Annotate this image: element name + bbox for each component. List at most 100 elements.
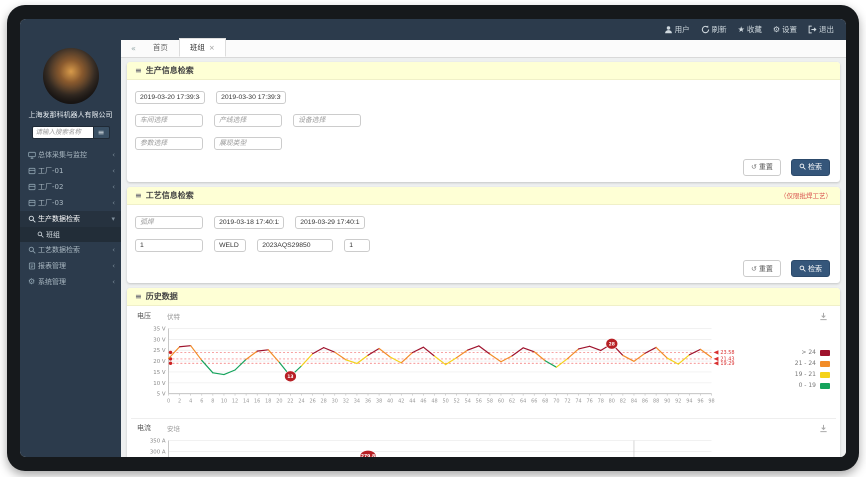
- panel-title: 工艺信息检索: [145, 190, 194, 200]
- factory-icon: [28, 167, 38, 175]
- sidebar-item-production-data-search[interactable]: 生产数据检索 ▾: [20, 211, 121, 227]
- sidebar-item-factory-02[interactable]: 工厂-02 ‹: [20, 179, 121, 195]
- chevron-left-icon: ‹: [112, 151, 115, 159]
- sidebar-item-report-management[interactable]: 报表管理 ‹: [20, 258, 121, 274]
- tab-team[interactable]: 班组 ×: [178, 38, 226, 57]
- reset-button[interactable]: ↺ 重置: [743, 158, 781, 176]
- line-number-input[interactable]: [135, 238, 203, 252]
- svg-text:58: 58: [487, 399, 493, 405]
- sidebar-item-factory-03[interactable]: 工厂-03 ‹: [20, 195, 121, 211]
- workshop-select[interactable]: [135, 114, 203, 127]
- svg-text:279.8: 279.8: [361, 454, 375, 457]
- svg-text:30 V: 30 V: [153, 337, 166, 343]
- svg-text:10: 10: [221, 399, 227, 405]
- svg-text:2: 2: [178, 399, 181, 405]
- search-icon: [799, 265, 806, 272]
- legend-item[interactable]: 21 - 24: [795, 360, 830, 367]
- svg-text:4: 4: [189, 399, 192, 405]
- svg-text:6: 6: [200, 399, 203, 405]
- sidebar-item-label: 工厂-03: [38, 199, 64, 207]
- legend-item[interactable]: 19 - 21: [795, 371, 830, 378]
- line-select[interactable]: [214, 114, 283, 127]
- svg-text:36: 36: [365, 399, 371, 405]
- favorite-button[interactable]: ★ 收藏: [738, 24, 762, 35]
- reset-button[interactable]: ↺ 重置: [743, 260, 781, 277]
- weld-type-select[interactable]: [135, 215, 203, 229]
- display-type-select[interactable]: [214, 137, 283, 150]
- svg-text:38: 38: [376, 399, 382, 405]
- tab-home[interactable]: 首页: [142, 38, 179, 57]
- legend-label: > 24: [801, 349, 816, 356]
- voltage-chart-legend: > 24 21 - 24 19 - 21 0 - 19: [761, 322, 834, 416]
- user-menu-button[interactable]: 用户: [664, 24, 690, 35]
- parameter-select[interactable]: [135, 137, 203, 150]
- search-button[interactable]: 检索: [791, 158, 830, 176]
- data-badge[interactable]: 28: [605, 338, 619, 350]
- sidebar: 上海发那科机器人有限公司 ≡ 总体采集与监控 ‹ 工厂-01 ‹ 工: [20, 40, 121, 457]
- sidebar-subitem-team[interactable]: 班组: [20, 227, 121, 242]
- download-icon[interactable]: [819, 312, 828, 321]
- avatar[interactable]: [42, 48, 99, 104]
- date-to-input[interactable]: [216, 91, 287, 104]
- unit-select[interactable]: 安培: [167, 423, 180, 433]
- date-from-input[interactable]: [135, 91, 205, 104]
- app-window: 用户 刷新 ★ 收藏 ⚙ 设置 退出 上海发那科机器人有限公司 ≡: [20, 19, 846, 457]
- sidebar-item-label: 生产数据检索: [38, 215, 80, 223]
- refresh-label: 刷新: [711, 25, 727, 34]
- svg-text:300 A: 300 A: [150, 449, 166, 455]
- device-select[interactable]: [293, 114, 362, 127]
- star-icon: ★: [737, 25, 745, 34]
- sidebar-item-system-management[interactable]: ⚙ 系统管理 ‹: [20, 274, 121, 290]
- process-date-to-input[interactable]: [295, 215, 366, 229]
- svg-text:0: 0: [167, 399, 170, 405]
- svg-text:12: 12: [232, 399, 238, 405]
- legend-item[interactable]: 0 - 19: [799, 382, 830, 389]
- svg-text:20: 20: [276, 399, 282, 405]
- legend-item[interactable]: > 24: [801, 349, 830, 356]
- legend-swatch: [820, 371, 830, 378]
- svg-text:15 V: 15 V: [153, 370, 166, 376]
- svg-text:13: 13: [287, 374, 293, 380]
- svg-text:16: 16: [254, 399, 260, 405]
- current-line-chart[interactable]: 350 A300 A250 A200 A150 A100 A50 A024681…: [133, 434, 761, 457]
- sidebar-item-factory-01[interactable]: 工厂-01 ‹: [20, 163, 121, 179]
- svg-text:28: 28: [321, 399, 327, 405]
- monitor-icon: [28, 151, 38, 159]
- close-icon[interactable]: ×: [209, 44, 215, 52]
- sequence-input[interactable]: [344, 238, 371, 252]
- user-icon: [664, 26, 672, 34]
- main-area: « 首页 班组 × ≡ 生产信息检索 2019-03-20 17:39:34 2…: [121, 38, 846, 457]
- user-menu-label: 用户: [674, 25, 690, 34]
- svg-text:84: 84: [631, 399, 637, 405]
- refresh-button[interactable]: 刷新: [701, 24, 727, 35]
- process-date-from-input[interactable]: [214, 215, 285, 229]
- svg-text:32: 32: [343, 399, 349, 405]
- unit-select[interactable]: 伏特: [167, 311, 180, 321]
- sidebar-item-process-data-search[interactable]: 工艺数据检索 ‹: [20, 242, 121, 258]
- logout-button[interactable]: 退出: [808, 24, 834, 35]
- svg-text:90: 90: [664, 399, 670, 405]
- svg-text:8: 8: [211, 399, 214, 405]
- data-badge[interactable]: 13: [284, 370, 297, 383]
- svg-text:14: 14: [243, 399, 249, 405]
- svg-text:64: 64: [520, 399, 526, 405]
- legend-label: 21 - 24: [794, 360, 816, 367]
- weld-code-input[interactable]: [214, 238, 247, 252]
- tab-label: 班组: [189, 43, 205, 52]
- sidebar-search-input[interactable]: [31, 126, 94, 139]
- voltage-line-chart[interactable]: 35 V30 V25 V20 V15 V10 V5 V0 2 4 6 8 10 12 14 16…: [133, 322, 761, 416]
- device-frame: 用户 刷新 ★ 收藏 ⚙ 设置 退出 上海发那科机器人有限公司 ≡: [0, 0, 866, 477]
- sidebar-item-overall-monitoring[interactable]: 总体采集与监控 ‹: [20, 147, 121, 163]
- svg-text:19.29: 19.29: [720, 361, 734, 367]
- svg-text:98: 98: [708, 399, 714, 405]
- search-icon: [37, 231, 46, 238]
- search-button[interactable]: 检索: [791, 260, 830, 277]
- collapse-tabs-icon[interactable]: «: [131, 44, 136, 53]
- chevron-left-icon: ‹: [112, 262, 115, 270]
- list-icon: ≡: [97, 128, 105, 137]
- download-icon[interactable]: [819, 424, 828, 433]
- serial-number-input[interactable]: [257, 238, 334, 252]
- settings-button[interactable]: ⚙ 设置: [773, 24, 797, 35]
- sidebar-search-button[interactable]: ≡: [93, 126, 110, 139]
- reset-label: 重置: [758, 163, 773, 171]
